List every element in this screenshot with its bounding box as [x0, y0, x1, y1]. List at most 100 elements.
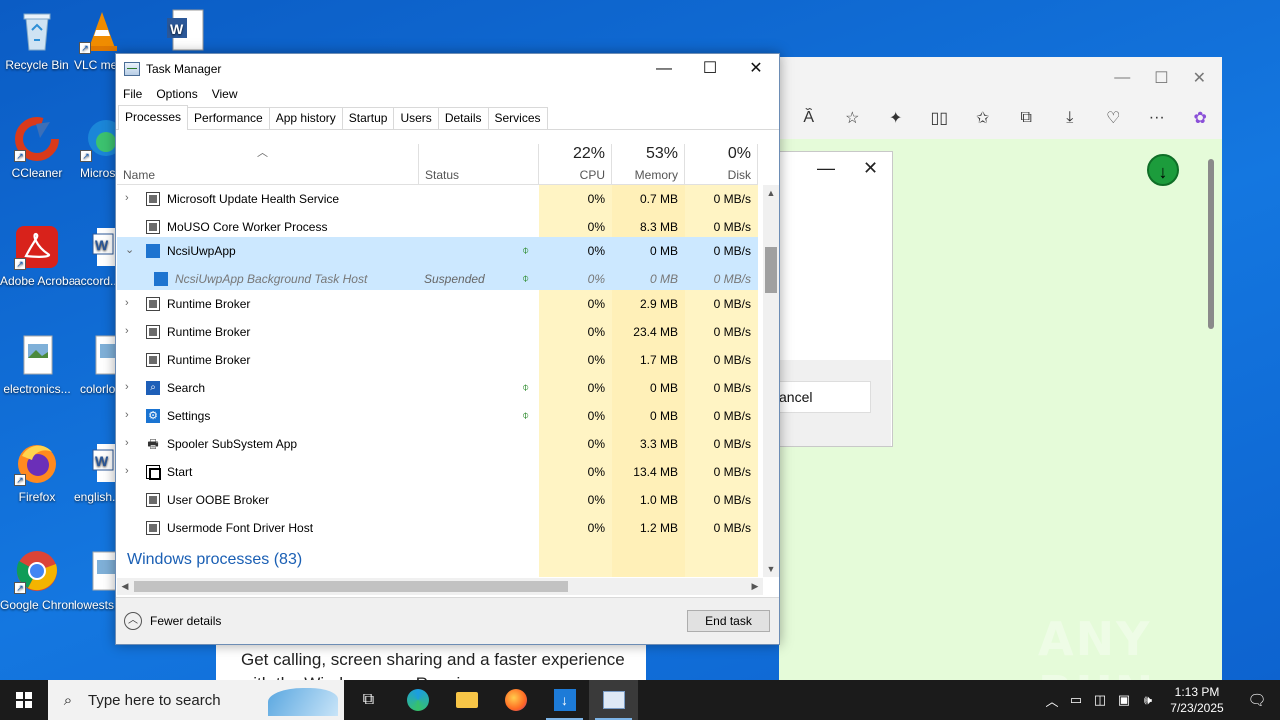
scroll-right-icon[interactable]: ▶	[747, 578, 763, 595]
menu-file[interactable]: File	[123, 87, 142, 101]
maximize-icon[interactable]: ☐	[1154, 68, 1168, 88]
process-row[interactable]: › 🖶 Spooler SubSystem App 0% 3.3 MB 0 MB/s	[117, 430, 758, 458]
taskbar-file-explorer[interactable]	[442, 680, 491, 720]
process-row[interactable]: User OOBE Broker 0% 1.0 MB 0 MB/s	[117, 486, 758, 514]
accord-doc-shortcut[interactable]: W accord...	[74, 224, 120, 289]
tab-startup[interactable]: Startup	[341, 107, 395, 129]
network-icon[interactable]: ▣	[1112, 692, 1136, 708]
electronics-image-shortcut[interactable]: electronics...	[0, 332, 74, 397]
english-doc-shortcut[interactable]: W english...	[74, 440, 120, 505]
scroll-left-icon[interactable]: ◀	[117, 578, 133, 595]
tab-processes[interactable]: Processes	[118, 105, 189, 130]
taskbar-edge[interactable]	[393, 680, 442, 720]
tab-users[interactable]: Users	[393, 107, 439, 129]
meet-now-icon[interactable]: ◫	[1088, 692, 1112, 708]
scroll-down-icon[interactable]: ▼	[763, 561, 779, 577]
colorlo-image-shortcut[interactable]: colorlo...	[80, 332, 121, 397]
taskbar-firefox[interactable]	[491, 680, 540, 720]
tab-app-history[interactable]: App history	[268, 107, 343, 129]
edge-shortcut[interactable]: ↗ Microsoft Edge	[80, 116, 124, 181]
process-row[interactable]: Runtime Broker 0% 1.7 MB 0 MB/s	[117, 346, 758, 374]
ccleaner-shortcut[interactable]: ↗ CCleaner	[0, 116, 74, 181]
downloads-icon[interactable]: ⤓	[1048, 109, 1092, 127]
close-icon[interactable]: ✕	[1193, 68, 1206, 88]
copilot-icon[interactable]: ✿	[1179, 108, 1223, 128]
task-manager-window[interactable]: Task Manager — ☐ ✕ File Options View Pro…	[115, 53, 780, 645]
download-badge-icon[interactable]: ↓	[1147, 154, 1179, 186]
horizontal-scroll-thumb[interactable]	[134, 581, 568, 592]
chevron-right-icon[interactable]: ›	[125, 465, 135, 477]
maximize-button[interactable]: ☐	[687, 54, 733, 84]
extensions-icon[interactable]: ✦	[874, 108, 918, 128]
collections-icon[interactable]: ⧉	[1005, 109, 1049, 127]
clock[interactable]: 1:13 PM 7/23/2025	[1160, 684, 1234, 716]
taskbar-search-box[interactable]: ⌕ Type here to search	[48, 680, 344, 720]
recycle-bin-shortcut[interactable]: Recycle Bin	[0, 8, 74, 73]
windows-processes-group[interactable]: Windows processes (83)	[127, 551, 302, 569]
process-row[interactable]: › Runtime Broker 0% 23.4 MB 0 MB/s	[117, 318, 758, 346]
tab-services[interactable]: Services	[487, 107, 548, 129]
process-row[interactable]: › ⚙ Settings ⌽ 0% 0 MB 0 MB/s	[117, 402, 758, 430]
tab-performance[interactable]: Performance	[187, 107, 270, 129]
process-row[interactable]: › Start 0% 13.4 MB 0 MB/s	[117, 458, 758, 486]
process-row[interactable]: ⌄ NcsiUwpApp ⌽ 0% 0 MB 0 MB/s	[117, 237, 758, 265]
chevron-right-icon[interactable]: ›	[125, 325, 135, 337]
minimize-button[interactable]: —	[641, 54, 687, 84]
process-row[interactable]: Usermode Font Driver Host 0% 1.2 MB 0 MB/s	[117, 514, 758, 542]
performance-icon[interactable]: ♡	[1092, 108, 1136, 128]
chevron-right-icon[interactable]: ›	[125, 297, 135, 309]
firefox-shortcut[interactable]: ↗ Firefox	[0, 440, 74, 505]
edge-window[interactable]: — ☐ ✕ A᷈ ☆ ✦ ▯▯ ✩ ⧉ ⤓ ♡ ··· ✿ — ✕ ancel …	[779, 57, 1222, 680]
chevron-right-icon[interactable]: ›	[125, 437, 135, 449]
chevron-down-icon[interactable]: ⌄	[125, 244, 135, 256]
word-doc-shortcut[interactable]: W	[156, 8, 212, 58]
column-disk[interactable]: 0% Disk	[685, 144, 758, 185]
more-options-icon[interactable]: ···	[1135, 109, 1179, 127]
battery-icon[interactable]: ▭	[1064, 692, 1088, 708]
column-cpu[interactable]: 22% CPU	[539, 144, 612, 185]
minimize-icon[interactable]: —	[1114, 69, 1130, 87]
end-task-button[interactable]: End task	[687, 610, 770, 632]
chrome-shortcut[interactable]: ↗ Google Chrome	[0, 548, 74, 613]
split-screen-icon[interactable]: ▯▯	[918, 108, 962, 128]
menu-view[interactable]: View	[212, 87, 238, 101]
chevron-right-icon[interactable]: ›	[125, 409, 135, 421]
lowests-image-shortcut[interactable]: lowests...	[74, 548, 120, 613]
horizontal-scrollbar[interactable]: ◀ ▶	[117, 578, 763, 595]
scroll-up-icon[interactable]: ▲	[763, 185, 779, 201]
dialog-close-icon[interactable]: ✕	[863, 158, 878, 179]
chevron-right-icon[interactable]: ›	[125, 192, 135, 204]
column-name[interactable]: ︿ Name	[117, 144, 419, 185]
edge-scroll-thumb[interactable]	[1208, 159, 1214, 329]
taskbar-download-app[interactable]: ↓	[540, 680, 589, 720]
close-button[interactable]: ✕	[733, 54, 779, 84]
edge-scrollbar[interactable]	[1208, 145, 1216, 675]
volume-icon[interactable]: 🕪	[1136, 692, 1160, 708]
menu-options[interactable]: Options	[156, 87, 197, 101]
favorites-icon[interactable]: ✩	[961, 108, 1005, 128]
process-row[interactable]: › ⌕ Search ⌽ 0% 0 MB 0 MB/s	[117, 374, 758, 402]
start-button[interactable]	[0, 680, 48, 720]
tab-details[interactable]: Details	[437, 107, 489, 129]
vertical-scrollbar[interactable]: ▲ ▼	[763, 185, 779, 577]
process-row[interactable]: › Microsoft Update Health Service 0% 0.7 MB…	[117, 185, 758, 213]
process-row[interactable]: NcsiUwpApp Background Task Host Suspended…	[117, 265, 758, 290]
column-status[interactable]: Status	[419, 144, 539, 185]
task-view-button[interactable]: ⧉	[344, 680, 393, 720]
fewer-details-button[interactable]: ︿ Fewer details	[124, 612, 221, 630]
process-name: Search	[167, 381, 206, 395]
process-row[interactable]: › Runtime Broker 0% 2.9 MB 0 MB/s	[117, 290, 758, 318]
process-cpu: 0%	[587, 220, 605, 234]
adobe-acrobat-shortcut[interactable]: ↗ Adobe Acrobat	[0, 224, 74, 289]
window-title: Task Manager	[146, 62, 222, 76]
vertical-scroll-thumb[interactable]	[765, 247, 777, 293]
favorite-star-icon[interactable]: ☆	[831, 108, 875, 128]
taskbar-task-manager[interactable]	[589, 680, 638, 720]
chevron-up-icon[interactable]: ︿	[1040, 691, 1064, 710]
column-memory[interactable]: 53% Memory	[612, 144, 685, 185]
dialog-minimize-icon[interactable]: —	[817, 158, 835, 179]
notification-center-icon[interactable]: 🗨	[1234, 680, 1280, 720]
chevron-right-icon[interactable]: ›	[125, 381, 135, 393]
read-aloud-icon[interactable]: A᷈	[787, 109, 831, 127]
dialog-cancel-button[interactable]: ancel	[779, 381, 871, 413]
